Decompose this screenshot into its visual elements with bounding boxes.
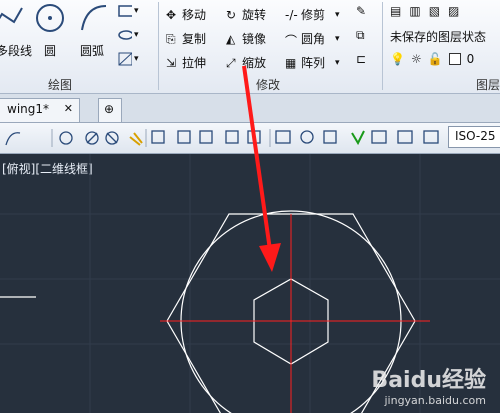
stretch-icon: ⇲ bbox=[166, 55, 177, 70]
ellipse-button[interactable]: ▾ bbox=[118, 28, 139, 42]
watermark: Baidu经验 jingyan.baidu.com bbox=[371, 362, 486, 407]
close-icon[interactable]: ✕ bbox=[64, 102, 73, 115]
radius-button[interactable] bbox=[58, 129, 76, 147]
draw-panel-title: 绘图 bbox=[47, 78, 72, 92]
scale-icon: ⤢ bbox=[226, 55, 236, 70]
fillet-label: 圆角 bbox=[301, 32, 326, 46]
new-tab-button[interactable]: ⊕ bbox=[98, 98, 122, 122]
layer-properties-icon[interactable]: ▤ bbox=[390, 4, 401, 18]
rotate-icon: ↻ bbox=[226, 7, 237, 22]
ribbon: 多段线 圆 圆弧 ▾ ▾ ▾ 绘图 ✥ 移动 ↻ 旋转 -/- 修剪 ▾ ⎘ 复制 ◭ 镜像… bbox=[0, 0, 500, 94]
diameter-button[interactable] bbox=[84, 129, 102, 147]
rotate-button[interactable]: ↻ 旋转 bbox=[226, 6, 266, 23]
stretch-label: 拉伸 bbox=[182, 56, 207, 70]
fillet-icon: ⌒ bbox=[285, 33, 298, 48]
offset-icon: ⊏ bbox=[356, 52, 367, 66]
panel-divider bbox=[382, 2, 383, 90]
move-icon: ✥ bbox=[166, 7, 177, 22]
move-button[interactable]: ✥ 移动 bbox=[166, 6, 206, 23]
layer-state-label: 未保存的图层状态 bbox=[390, 30, 487, 44]
rectangle-icon bbox=[118, 5, 132, 17]
drawing-tab[interactable]: wing1* ✕ bbox=[0, 98, 80, 122]
copy-button[interactable]: ⎘ 复制 bbox=[166, 30, 206, 47]
drawing-canvas[interactable]: [俯视][二维线框] Baidu经验 jingyan.baidu.com bbox=[0, 154, 500, 413]
trim-label: 修剪 bbox=[301, 8, 326, 22]
circle-icon bbox=[36, 4, 64, 32]
watermark-subtext: jingyan.baidu.com bbox=[384, 394, 486, 407]
rectangle-button[interactable]: ▾ bbox=[118, 4, 139, 18]
explode-icon: ⧉ bbox=[356, 28, 365, 42]
layer-color-swatch bbox=[448, 53, 461, 65]
dimension-style-select[interactable]: ISO-25 bbox=[448, 126, 500, 148]
layer-state-dropdown[interactable]: 未保存的图层状态 bbox=[390, 28, 486, 45]
copy-label: 复制 bbox=[182, 32, 207, 46]
hatch-icon bbox=[118, 52, 132, 66]
polyline-button[interactable] bbox=[0, 4, 24, 36]
ellipse-icon bbox=[118, 30, 132, 40]
drawing-tab-label: wing1* bbox=[7, 102, 50, 116]
circle-button[interactable] bbox=[34, 2, 66, 34]
dimension-toolbar: ISO-25 bbox=[0, 123, 500, 154]
scale-label: 缩放 bbox=[242, 56, 267, 70]
sun-icon: ☼ bbox=[410, 52, 422, 66]
arc-label: 圆弧 bbox=[80, 44, 105, 58]
offset-button[interactable]: ⊏ bbox=[356, 52, 370, 66]
angular-button[interactable] bbox=[104, 129, 122, 147]
baseline-button[interactable] bbox=[150, 129, 168, 147]
panel-divider bbox=[158, 2, 159, 90]
move-label: 移动 bbox=[182, 8, 207, 22]
layer-dropdown[interactable]: 💡 ☼ 🔓 0 bbox=[390, 52, 474, 66]
brush-icon: ✎ bbox=[356, 4, 367, 18]
polyline-icon bbox=[0, 7, 23, 24]
mirror-icon: ◭ bbox=[226, 31, 236, 46]
hatch-button[interactable]: ▾ bbox=[118, 52, 139, 66]
arc-button[interactable] bbox=[78, 2, 110, 34]
fillet-button[interactable]: ⌒ 圆角 ▾ bbox=[285, 30, 340, 48]
rotate-label: 旋转 bbox=[242, 8, 267, 22]
center-mark-button[interactable] bbox=[300, 129, 318, 147]
layer-brush-icon[interactable]: ▧ bbox=[429, 4, 440, 18]
polyline-label: 多段线 bbox=[0, 44, 33, 58]
arc-icon bbox=[81, 5, 107, 31]
dimension-style-value: ISO-25 bbox=[455, 129, 496, 143]
stretch-button[interactable]: ⇲ 拉伸 bbox=[166, 54, 206, 71]
lightbulb-icon: 💡 bbox=[390, 52, 405, 66]
array-button[interactable]: ▦ 阵列 ▾ bbox=[285, 54, 340, 71]
copy-icon: ⎘ bbox=[166, 31, 176, 46]
current-layer-name: 0 bbox=[466, 52, 475, 66]
file-tab-bar: wing1* ✕ ⊕ bbox=[0, 94, 500, 123]
trim-button[interactable]: -/- 修剪 ▾ bbox=[285, 6, 340, 23]
lock-icon: 🔓 bbox=[427, 52, 443, 66]
mirror-button[interactable]: ◭ 镜像 bbox=[226, 30, 266, 47]
layer-tools: ▤ ▥ ▧ ▨ bbox=[390, 4, 459, 18]
explode-button[interactable]: ⧉ bbox=[356, 28, 370, 42]
modify-panel-title: 修改 bbox=[255, 78, 280, 92]
trim-icon: -/- bbox=[285, 7, 298, 22]
arc-length-button[interactable] bbox=[2, 129, 20, 147]
mirror-label: 镜像 bbox=[242, 32, 267, 46]
array-icon: ▦ bbox=[285, 55, 297, 70]
layer-match-icon[interactable]: ▨ bbox=[448, 4, 459, 18]
plus-icon: ⊕ bbox=[104, 102, 115, 116]
erase-button[interactable]: ✎ bbox=[356, 4, 370, 18]
layer-stack-icon[interactable]: ▥ bbox=[409, 4, 420, 18]
scale-button[interactable]: ⤢ 缩放 bbox=[226, 54, 266, 71]
circle-label: 圆 bbox=[44, 44, 57, 58]
layer-panel-title: 图层 bbox=[475, 78, 500, 92]
array-label: 阵列 bbox=[301, 56, 326, 70]
watermark-text: Baidu经验 bbox=[371, 368, 486, 393]
